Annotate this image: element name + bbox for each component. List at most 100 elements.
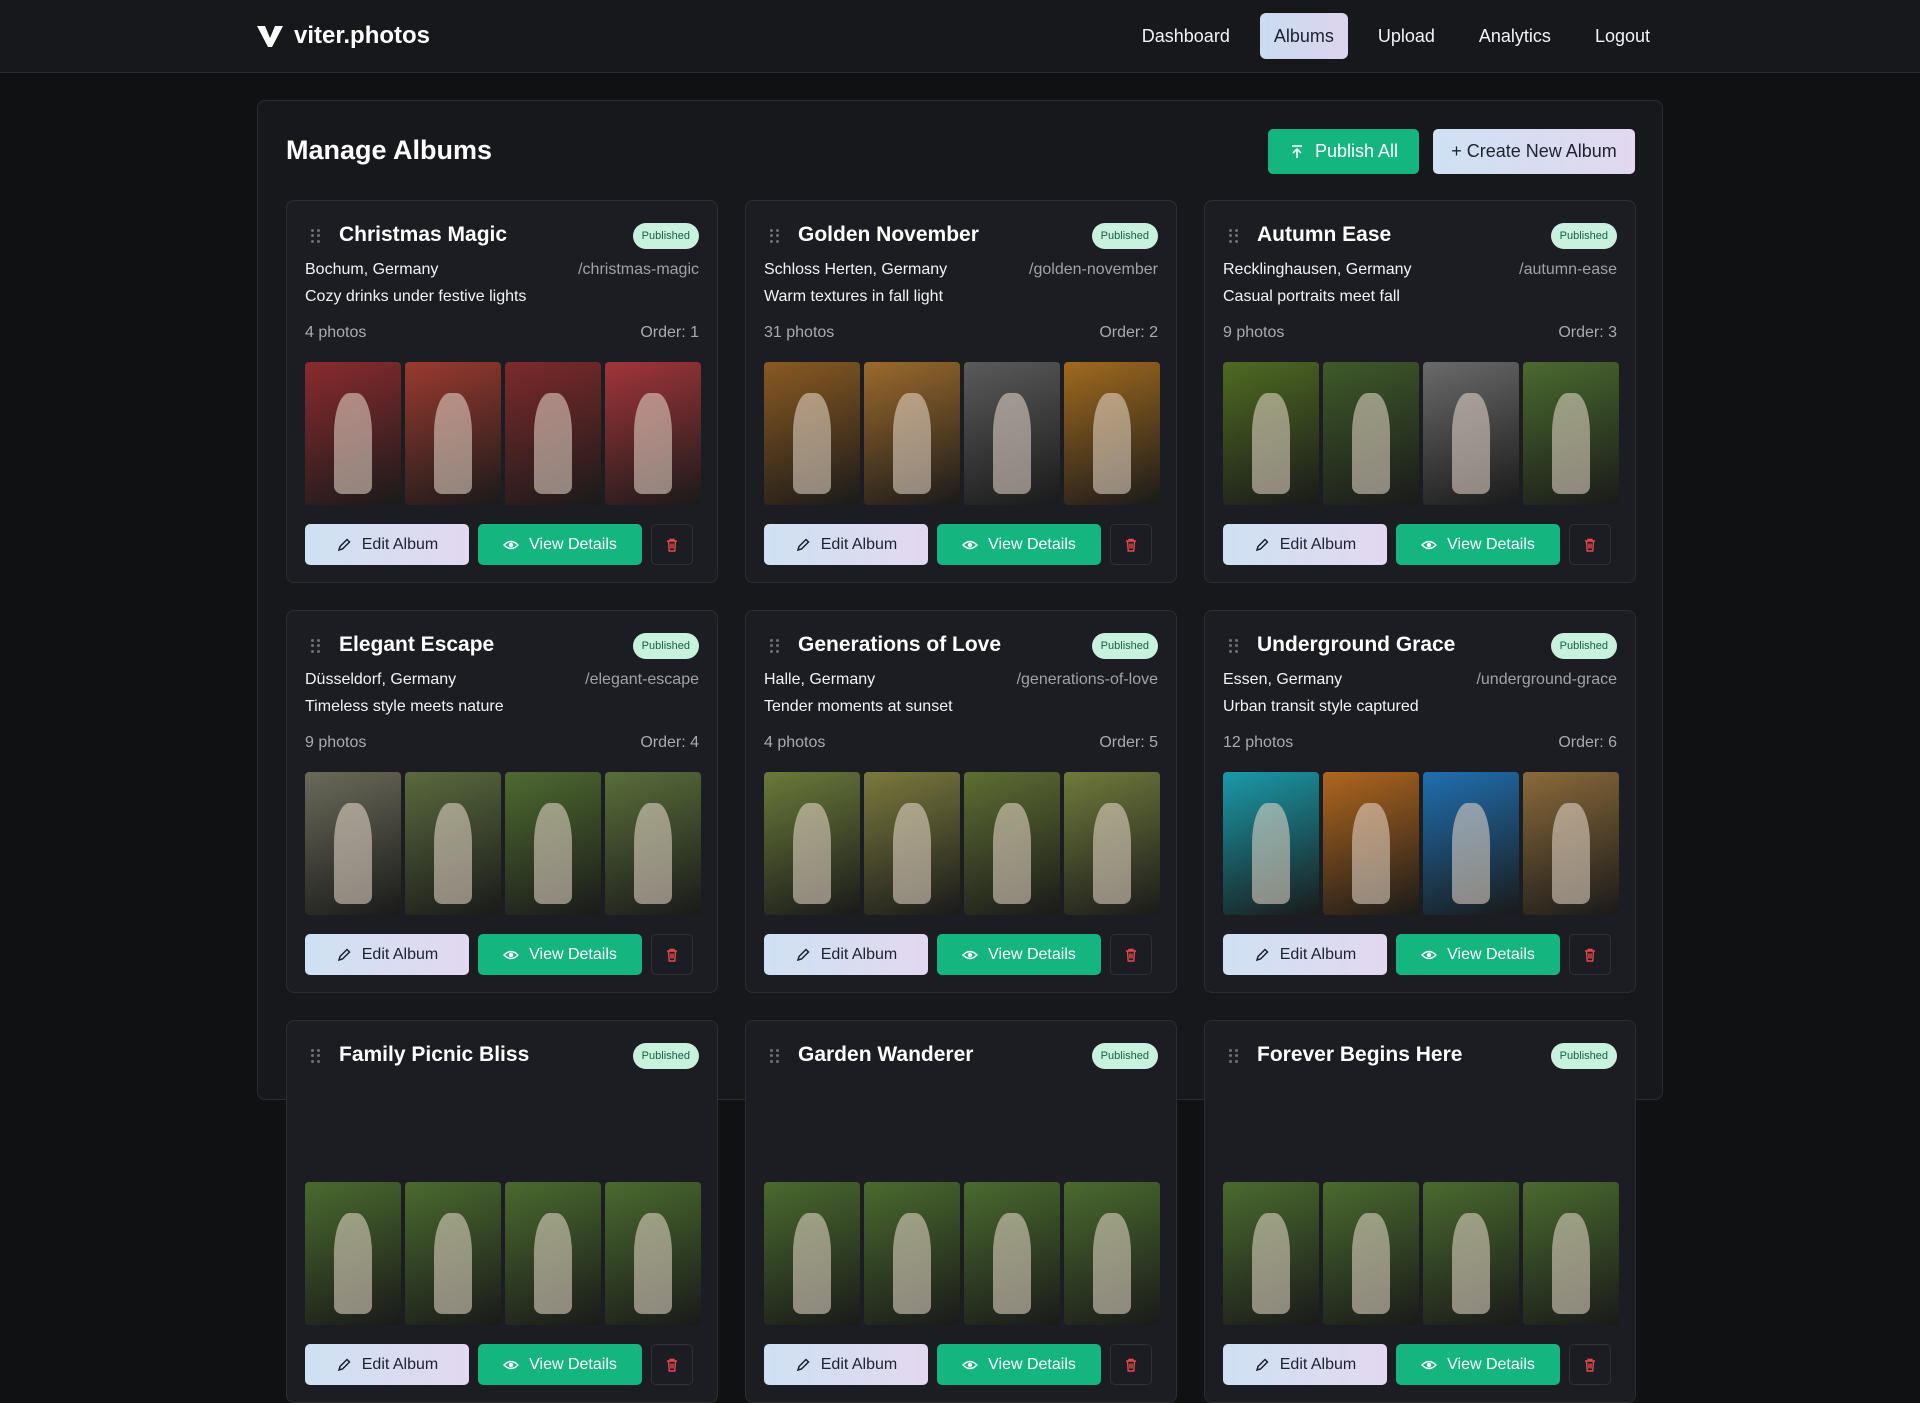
view-details-button[interactable]: View Details bbox=[1396, 524, 1560, 565]
drag-handle-icon[interactable] bbox=[1229, 639, 1239, 653]
album-photo-thumbnail[interactable] bbox=[1223, 1182, 1319, 1325]
delete-album-button[interactable] bbox=[1110, 1344, 1152, 1385]
edit-album-button[interactable]: Edit Album bbox=[1223, 934, 1387, 975]
edit-album-button[interactable]: Edit Album bbox=[1223, 1344, 1387, 1385]
album-photo-thumbnail[interactable] bbox=[1523, 362, 1619, 505]
album-photo-thumbnail[interactable] bbox=[764, 772, 860, 915]
delete-album-button[interactable] bbox=[1110, 524, 1152, 565]
delete-album-button[interactable] bbox=[1569, 1344, 1611, 1385]
album-photo-thumbnail[interactable] bbox=[1523, 1182, 1619, 1325]
album-photo-thumbnail[interactable] bbox=[605, 772, 701, 915]
album-photo-thumbnail[interactable] bbox=[1223, 772, 1319, 915]
create-new-album-button[interactable]: + Create New Album bbox=[1433, 129, 1635, 174]
nav-logout[interactable]: Logout bbox=[1581, 13, 1664, 59]
delete-album-button[interactable] bbox=[1569, 934, 1611, 975]
album-photo-thumbnail[interactable] bbox=[864, 772, 960, 915]
edit-album-button[interactable]: Edit Album bbox=[305, 934, 469, 975]
status-badge: Published bbox=[632, 1043, 699, 1069]
album-photo-thumbnail[interactable] bbox=[505, 362, 601, 505]
album-photo-thumbnail[interactable] bbox=[605, 1182, 701, 1325]
publish-all-button[interactable]: Publish All bbox=[1268, 129, 1419, 174]
view-details-button[interactable]: View Details bbox=[937, 1344, 1101, 1385]
album-card: Family Picnic Bliss Published Edit Album bbox=[286, 1020, 718, 1403]
nav-dashboard[interactable]: Dashboard bbox=[1128, 13, 1244, 59]
edit-album-button[interactable]: Edit Album bbox=[764, 524, 928, 565]
album-thumbnails bbox=[305, 772, 701, 915]
edit-album-button[interactable]: Edit Album bbox=[305, 524, 469, 565]
album-photo-thumbnail[interactable] bbox=[405, 362, 501, 505]
delete-album-button[interactable] bbox=[1110, 934, 1152, 975]
album-photo-thumbnail[interactable] bbox=[1323, 362, 1419, 505]
album-photo-thumbnail[interactable] bbox=[864, 1182, 960, 1325]
album-photo-thumbnail[interactable] bbox=[605, 362, 701, 505]
drag-handle-icon[interactable] bbox=[770, 639, 780, 653]
nav-analytics[interactable]: Analytics bbox=[1465, 13, 1565, 59]
album-title: Garden Wanderer bbox=[798, 1043, 974, 1066]
status-badge: Published bbox=[1550, 1043, 1617, 1069]
view-details-button[interactable]: View Details bbox=[937, 934, 1101, 975]
status-badge: Published bbox=[1091, 223, 1158, 249]
view-details-label: View Details bbox=[1447, 945, 1535, 963]
album-photo-thumbnail[interactable] bbox=[1064, 1182, 1160, 1325]
delete-album-button[interactable] bbox=[651, 524, 693, 565]
album-photo-thumbnail[interactable] bbox=[964, 1182, 1060, 1325]
drag-handle-icon[interactable] bbox=[311, 639, 321, 653]
album-actions: Edit Album View Details bbox=[305, 1344, 693, 1385]
nav-albums[interactable]: Albums bbox=[1259, 13, 1348, 59]
album-photo-thumbnail[interactable] bbox=[1423, 1182, 1519, 1325]
view-details-button[interactable]: View Details bbox=[478, 1344, 642, 1385]
album-card-header: Forever Begins Here Published bbox=[1223, 1041, 1617, 1071]
drag-handle-icon[interactable] bbox=[1229, 1049, 1239, 1063]
view-details-button[interactable]: View Details bbox=[1396, 934, 1560, 975]
edit-album-button[interactable]: Edit Album bbox=[764, 934, 928, 975]
album-photo-thumbnail[interactable] bbox=[405, 1182, 501, 1325]
album-card: Underground Grace Published Essen, Germa… bbox=[1204, 610, 1636, 993]
album-photo-thumbnail[interactable] bbox=[1423, 362, 1519, 505]
album-photo-thumbnail[interactable] bbox=[964, 362, 1060, 505]
view-details-button[interactable]: View Details bbox=[1396, 1344, 1560, 1385]
album-thumbnails bbox=[1223, 1182, 1619, 1325]
eye-icon bbox=[503, 947, 520, 963]
album-photo-thumbnail[interactable] bbox=[305, 1182, 401, 1325]
album-photo-thumbnail[interactable] bbox=[305, 772, 401, 915]
album-photo-thumbnail[interactable] bbox=[1064, 772, 1160, 915]
drag-handle-icon[interactable] bbox=[1229, 229, 1239, 243]
album-photo-thumbnail[interactable] bbox=[964, 772, 1060, 915]
edit-album-button[interactable]: Edit Album bbox=[305, 1344, 469, 1385]
delete-album-button[interactable] bbox=[651, 934, 693, 975]
drag-handle-icon[interactable] bbox=[311, 229, 321, 243]
trash-icon bbox=[664, 537, 680, 553]
person-figure bbox=[1251, 803, 1291, 904]
album-grid: Christmas Magic Published Bochum, German… bbox=[286, 200, 1636, 1403]
album-photo-thumbnail[interactable] bbox=[864, 362, 960, 505]
album-photo-thumbnail[interactable] bbox=[1523, 772, 1619, 915]
album-photo-thumbnail[interactable] bbox=[1323, 772, 1419, 915]
view-details-button[interactable]: View Details bbox=[937, 524, 1101, 565]
drag-handle-icon[interactable] bbox=[770, 1049, 780, 1063]
brand-logo[interactable]: viter.photos bbox=[256, 18, 430, 54]
view-details-button[interactable]: View Details bbox=[478, 524, 642, 565]
album-photo-thumbnail[interactable] bbox=[505, 772, 601, 915]
drag-handle-icon[interactable] bbox=[311, 1049, 321, 1063]
album-photo-thumbnail[interactable] bbox=[1423, 772, 1519, 915]
album-photo-thumbnail[interactable] bbox=[1223, 362, 1319, 505]
edit-album-button[interactable]: Edit Album bbox=[1223, 524, 1387, 565]
album-photo-thumbnail[interactable] bbox=[764, 1182, 860, 1325]
album-photo-thumbnail[interactable] bbox=[305, 362, 401, 505]
delete-album-button[interactable] bbox=[651, 1344, 693, 1385]
edit-album-button[interactable]: Edit Album bbox=[764, 1344, 928, 1385]
album-photo-thumbnail[interactable] bbox=[764, 362, 860, 505]
delete-album-button[interactable] bbox=[1569, 524, 1611, 565]
person-figure bbox=[892, 1213, 932, 1314]
nav-upload[interactable]: Upload bbox=[1364, 13, 1449, 59]
album-photo-thumbnail[interactable] bbox=[505, 1182, 601, 1325]
drag-handle-icon[interactable] bbox=[770, 229, 780, 243]
view-details-button[interactable]: View Details bbox=[478, 934, 642, 975]
album-photo-thumbnail[interactable] bbox=[405, 772, 501, 915]
publish-all-label: Publish All bbox=[1314, 141, 1399, 161]
album-photo-thumbnail[interactable] bbox=[1064, 362, 1160, 505]
album-photo-thumbnail[interactable] bbox=[1323, 1182, 1419, 1325]
album-location-row: Düsseldorf, Germany /elegant-escape bbox=[305, 671, 699, 689]
person-figure bbox=[1451, 1213, 1491, 1314]
album-title: Forever Begins Here bbox=[1257, 1043, 1463, 1066]
